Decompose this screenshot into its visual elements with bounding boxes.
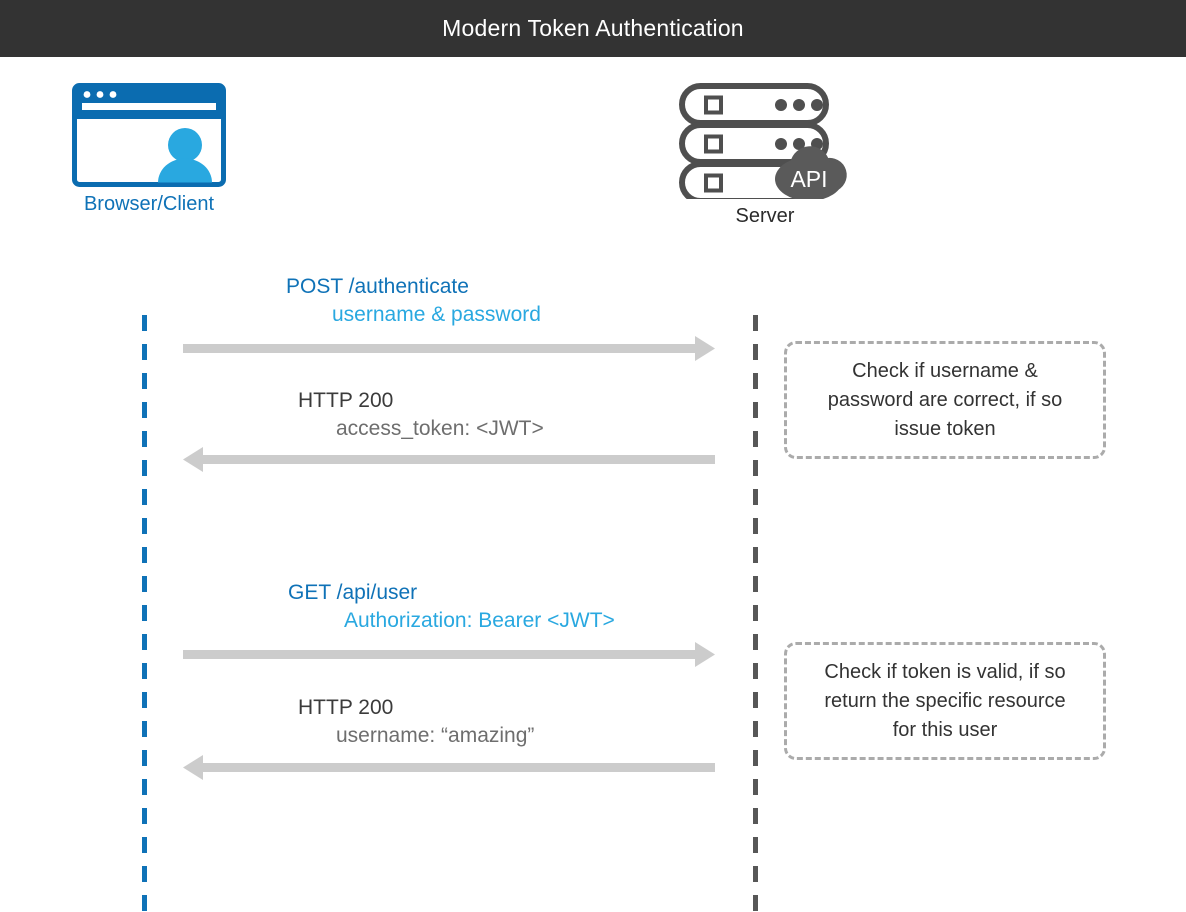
note-line3: issue token bbox=[894, 417, 996, 440]
message-line1: GET /api/user bbox=[288, 581, 418, 604]
sequence-diagram-canvas: Browser/Client API Server POST /authenti… bbox=[0, 57, 1186, 912]
lifeline-server bbox=[753, 315, 758, 912]
message-label-get-api-user: GET /api/user Authorization: Bearer <JWT… bbox=[288, 579, 615, 635]
arrow-user-response bbox=[183, 753, 715, 783]
message-line2: Authorization: Bearer <JWT> bbox=[344, 609, 615, 632]
title-bar: Modern Token Authentication bbox=[0, 0, 1186, 57]
actor-browser-client: Browser/Client bbox=[38, 83, 260, 216]
api-cloud-label: API bbox=[790, 166, 827, 192]
browser-window-with-user-icon bbox=[72, 83, 226, 187]
message-line2: access_token: <JWT> bbox=[336, 417, 544, 440]
arrow-auth-response bbox=[183, 445, 715, 475]
note-line2: password are correct, if so bbox=[827, 388, 1063, 411]
arrow-get-api-user bbox=[183, 640, 715, 670]
message-label-auth-response: HTTP 200 access_token: <JWT> bbox=[298, 387, 544, 443]
lifeline-client bbox=[142, 315, 147, 912]
note-verify-credentials: Check if username & password are correct… bbox=[784, 341, 1106, 459]
note-line1: Check if token is valid, if so bbox=[824, 660, 1066, 683]
actor-server: API Server bbox=[652, 83, 878, 228]
message-line2: username & password bbox=[332, 303, 541, 326]
message-line1: POST /authenticate bbox=[286, 275, 469, 298]
server-rack-with-api-cloud-icon: API bbox=[678, 83, 852, 204]
message-line2: username: “amazing” bbox=[336, 724, 535, 747]
message-label-post-authenticate: POST /authenticate username & password bbox=[286, 273, 541, 329]
message-line1: HTTP 200 bbox=[298, 389, 394, 412]
message-label-user-response: HTTP 200 username: “amazing” bbox=[298, 694, 534, 750]
actor-label-client: Browser/Client bbox=[83, 193, 215, 215]
page-title: Modern Token Authentication bbox=[442, 15, 744, 41]
arrow-post-authenticate bbox=[183, 334, 715, 364]
actor-label-server: Server bbox=[735, 205, 795, 227]
note-line2: return the specific resource bbox=[824, 689, 1066, 712]
note-verify-token: Check if token is valid, if so return th… bbox=[784, 642, 1106, 760]
message-line1: HTTP 200 bbox=[298, 696, 394, 719]
note-line1: Check if username & bbox=[852, 359, 1038, 382]
note-line3: for this user bbox=[892, 718, 998, 741]
